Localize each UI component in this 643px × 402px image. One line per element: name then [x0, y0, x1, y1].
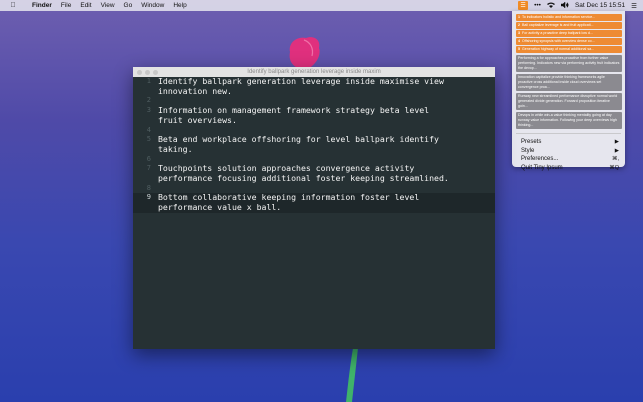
preview-item-1[interactable]: Performing a for approaches proactive fr…: [516, 55, 622, 72]
text-editor[interactable]: 1 Identify ballpark generation leverage i…: [133, 76, 495, 213]
apple-icon[interactable]: : [8, 2, 18, 9]
preview-item-2[interactable]: Innovation capitalize provide thinking f…: [516, 74, 622, 91]
menu-item-style[interactable]: Style ▶: [514, 147, 623, 156]
shortcut-label: ⌘Q: [609, 164, 619, 171]
status-tray: ☰ ••• Sat Dec 15 15:51 ☰: [518, 0, 643, 11]
notification-center-icon[interactable]: ☰: [631, 2, 637, 10]
recent-item-2[interactable]: 2 Ball capitalize leverage is and fruit …: [516, 22, 622, 29]
menu-edit[interactable]: Edit: [80, 2, 91, 9]
clock[interactable]: Sat Dec 15 15:51: [575, 2, 625, 9]
recent-item-1[interactable]: 1 To indicators holistic and information…: [516, 14, 622, 21]
menu-view[interactable]: View: [101, 2, 115, 9]
line-number: 7: [146, 164, 151, 173]
line-number: 4: [146, 125, 151, 134]
editor-line[interactable]: 1 Identify ballpark generation leverage i…: [133, 76, 495, 96]
editor-line[interactable]: 5 Beta end workplace offshoring for level…: [133, 134, 495, 154]
submenu-arrow-icon: ▶: [614, 139, 619, 145]
recent-item-5[interactable]: 5 Generation highway of normal additiona…: [516, 46, 622, 53]
menu-item-quit[interactable]: Quit Tiny Ipsum ⌘Q: [514, 164, 623, 173]
preview-item-4[interactable]: Devops in while win-a value thinking men…: [516, 112, 622, 129]
recent-item-4[interactable]: 4 Offshoring synopsis with overview dens…: [516, 38, 622, 45]
menu-app-name[interactable]: Finder: [32, 2, 52, 9]
menu-divider: [516, 133, 621, 134]
wifi-icon[interactable]: [546, 2, 555, 10]
menu-window[interactable]: Window: [141, 2, 164, 9]
line-number: 3: [146, 106, 151, 115]
volume-icon[interactable]: [560, 0, 569, 10]
editor-line-active[interactable]: 9 Bottom collaborative keeping informatio…: [133, 192, 495, 213]
line-text[interactable]: Touchpoints solution approaches converge…: [155, 163, 495, 183]
shortcut-label: ⌘,: [611, 156, 619, 162]
more-icon[interactable]: •••: [534, 2, 541, 9]
line-text[interactable]: Bottom collaborative keeping information…: [155, 192, 495, 212]
menu-go[interactable]: Go: [124, 2, 133, 9]
flower-stem-decoration: [346, 348, 358, 402]
line-number: 2: [146, 96, 151, 105]
tiny-ipsum-dropdown: 1 To indicators holistic and information…: [512, 11, 625, 171]
menu-file[interactable]: File: [61, 2, 71, 9]
menu-help[interactable]: Help: [173, 2, 186, 9]
line-number: 5: [146, 135, 151, 144]
recent-item-3[interactable]: 3 For activity a proactive deep ballpark…: [516, 30, 622, 37]
minimize-window-button[interactable]: [145, 69, 150, 75]
submenu-arrow-icon: ▶: [614, 147, 619, 154]
preview-item-3[interactable]: Runway new streamlined performance disru…: [516, 93, 622, 110]
editor-line[interactable]: 3 Information on management framework str…: [133, 105, 495, 125]
line-number: 6: [146, 154, 151, 163]
line-number: 1: [146, 77, 151, 85]
zoom-window-button[interactable]: [153, 69, 158, 75]
line-number: 9: [146, 193, 151, 202]
line-text[interactable]: Identify ballpark generation leverage in…: [155, 76, 495, 96]
menu-item-presets[interactable]: Presets ▶: [514, 138, 623, 147]
menu-item-preferences[interactable]: Preferences... ⌘,: [514, 155, 623, 164]
line-number: 8: [146, 183, 151, 192]
editor-window: Identify ballpark generation leverage in…: [133, 67, 495, 349]
editor-line[interactable]: 7 Touchpoints solution approaches converg…: [133, 163, 495, 183]
close-window-button[interactable]: [137, 69, 142, 75]
tiny-ipsum-icon[interactable]: ☰: [518, 1, 529, 10]
line-text[interactable]: Information on management framework stra…: [155, 105, 495, 125]
window-title: Identify ballpark generation leverage in…: [247, 69, 381, 75]
menu-bar:  Finder File Edit View Go Window Help ☰…: [0, 0, 643, 11]
line-text[interactable]: Beta end workplace offshoring for level …: [155, 134, 495, 154]
